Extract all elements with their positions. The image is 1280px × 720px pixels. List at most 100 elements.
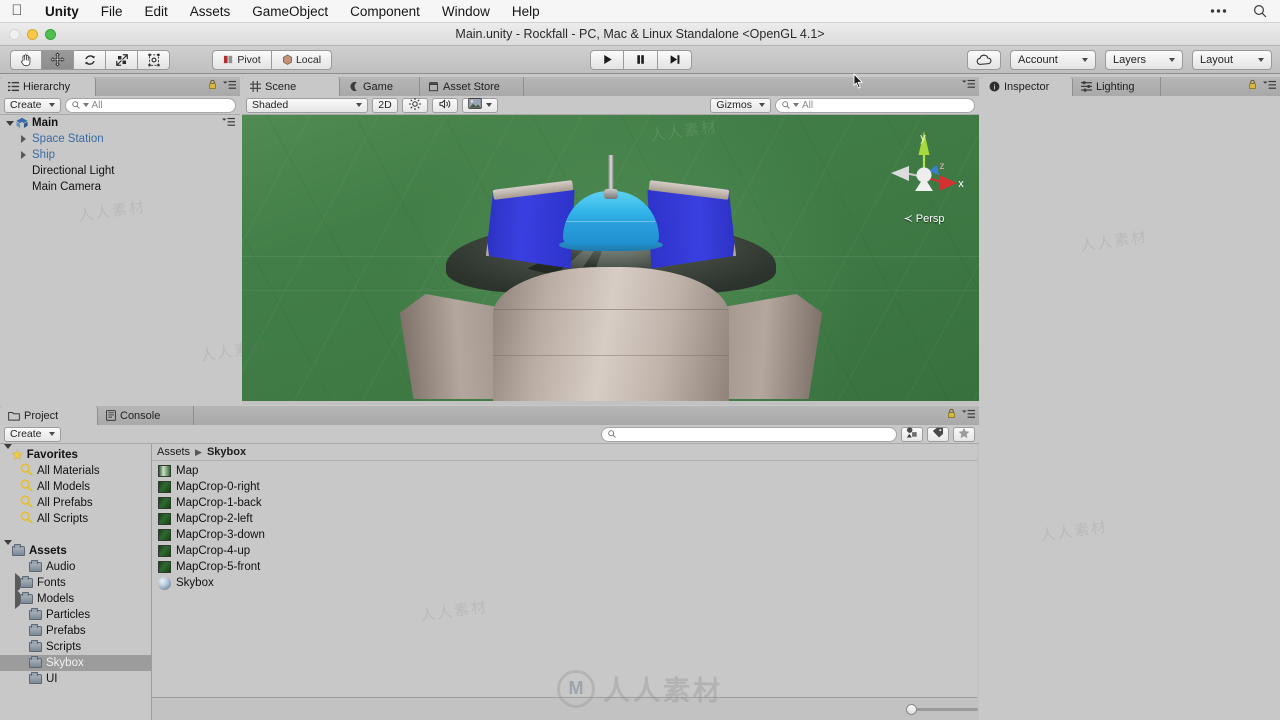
menu-assets[interactable]: Assets (179, 0, 242, 23)
lock-icon[interactable] (1248, 79, 1257, 93)
project-search-input[interactable] (601, 426, 897, 442)
lock-icon[interactable] (208, 79, 217, 93)
menu-file[interactable]: File (90, 0, 134, 23)
apple-icon[interactable]:  (0, 3, 34, 20)
project-tree-all-scripts[interactable]: All Scripts (0, 511, 151, 527)
tab-asset-store[interactable]: Asset Store (420, 77, 524, 96)
scene-effects-dropdown[interactable] (462, 97, 498, 113)
project-tree-audio[interactable]: Audio (0, 559, 151, 575)
scene-2d-toggle[interactable]: 2D (372, 97, 398, 113)
panel-menu-icon[interactable] (962, 409, 975, 422)
tab-project[interactable]: Project (0, 406, 98, 425)
chevron-down-icon[interactable] (4, 540, 12, 557)
panel-menu-icon[interactable] (223, 80, 236, 93)
rotate-tool-button[interactable] (74, 49, 106, 70)
chevron-right-icon[interactable] (18, 135, 29, 143)
scene-viewport[interactable]: y x z ≺ Persp (242, 115, 979, 401)
layout-dropdown[interactable]: Layout (1192, 49, 1272, 70)
asset-label: MapCrop-3-down (176, 529, 265, 541)
scale-tool-button[interactable] (106, 49, 138, 70)
project-type-filter-button[interactable] (901, 426, 923, 442)
asset-row-mapcrop-4-up[interactable]: MapCrop-4-up (152, 543, 977, 559)
project-label-filter-button[interactable] (927, 426, 949, 442)
project-tree-models[interactable]: Models (0, 589, 151, 609)
rect-transform-tool-button[interactable] (138, 49, 170, 70)
project-favorite-filter-button[interactable] (953, 426, 975, 442)
hand-tool-button[interactable] (10, 49, 42, 70)
scene-toolbar: Shaded 2D Gizmos All (242, 96, 979, 115)
hierarchy-item-main-camera[interactable]: Main Camera (0, 179, 240, 195)
project-tree-fonts[interactable]: Fonts (0, 573, 151, 593)
menu-component[interactable]: Component (339, 0, 431, 23)
panel-menu-icon[interactable] (1263, 80, 1276, 93)
lock-icon[interactable] (947, 408, 956, 422)
project-tree-all-materials[interactable]: All Materials (0, 463, 151, 479)
search-icon (608, 430, 616, 438)
hierarchy-search-input[interactable]: All (64, 97, 236, 113)
tab-hierarchy[interactable]: Hierarchy (0, 77, 96, 96)
cloud-button[interactable] (967, 49, 1001, 70)
layers-dropdown[interactable]: Layers (1105, 49, 1183, 70)
asset-row-mapcrop-1-back[interactable]: MapCrop-1-back (152, 495, 977, 511)
hierarchy-item-space-station[interactable]: Space Station (0, 131, 240, 147)
mouse-cursor (853, 73, 864, 89)
scene-gizmos-dropdown[interactable]: Gizmos (710, 97, 771, 113)
tab-console[interactable]: Console (98, 406, 194, 425)
tab-scene[interactable]: Scene (242, 77, 340, 96)
breadcrumb-skybox[interactable]: Skybox (207, 446, 246, 458)
ellipsis-icon[interactable] (1197, 8, 1240, 14)
scene-audio-toggle[interactable] (432, 97, 458, 113)
chevron-down-icon[interactable] (4, 444, 12, 461)
menu-gameobject[interactable]: GameObject (241, 0, 339, 23)
project-tree-prefabs[interactable]: Prefabs (0, 623, 151, 639)
scene-projection-label[interactable]: ≺ Persp (881, 212, 967, 225)
slider-knob[interactable] (906, 704, 917, 715)
local-toggle-button[interactable]: Local (272, 49, 332, 70)
panel-menu-icon[interactable] (962, 79, 975, 92)
project-tree-scripts[interactable]: Scripts (0, 639, 151, 655)
move-tool-button[interactable] (42, 49, 74, 70)
menu-help[interactable]: Help (501, 0, 551, 23)
pivot-toggle-button[interactable]: Pivot (212, 49, 272, 70)
asset-row-skybox-material[interactable]: Skybox (152, 575, 977, 591)
menu-unity[interactable]: Unity (34, 0, 90, 23)
breadcrumb-assets[interactable]: Assets (157, 446, 190, 458)
menu-window[interactable]: Window (431, 0, 501, 23)
scene-shading-dropdown[interactable]: Shaded (246, 97, 368, 113)
asset-row-map[interactable]: Map (152, 463, 977, 479)
tab-game[interactable]: Game (340, 77, 420, 96)
scene-lighting-toggle[interactable] (402, 97, 428, 113)
scene-projection-text: Persp (915, 213, 945, 225)
tab-lighting[interactable]: Lighting (1073, 77, 1161, 96)
scene-gizmo-search-input[interactable]: All (775, 97, 975, 113)
asset-row-mapcrop-3-down[interactable]: MapCrop-3-down (152, 527, 977, 543)
search-icon[interactable] (1240, 4, 1280, 18)
chevron-down-icon[interactable] (4, 120, 15, 126)
hierarchy-item-ship[interactable]: Ship (0, 147, 240, 163)
play-button[interactable] (590, 49, 624, 70)
tab-inspector[interactable]: i Inspector (981, 77, 1073, 96)
asset-zoom-slider[interactable] (906, 703, 978, 716)
hierarchy-scene-root[interactable]: Main (0, 115, 240, 131)
panel-menu-icon[interactable] (222, 117, 240, 130)
project-tree-favorites[interactable]: ★ Favorites (0, 444, 151, 463)
scene-orientation-gizmo[interactable]: y x z ≺ Persp (881, 125, 967, 225)
chevron-right-icon[interactable] (18, 151, 29, 159)
asset-row-mapcrop-0-right[interactable]: MapCrop-0-right (152, 479, 977, 495)
project-tree-all-prefabs[interactable]: All Prefabs (0, 495, 151, 511)
step-button[interactable] (658, 49, 692, 70)
project-tree-label: All Prefabs (37, 497, 93, 509)
project-tree-assets[interactable]: Assets (0, 540, 151, 559)
asset-row-mapcrop-2-left[interactable]: MapCrop-2-left (152, 511, 977, 527)
project-tree-all-models[interactable]: All Models (0, 479, 151, 495)
hierarchy-item-directional-light[interactable]: Directional Light (0, 163, 240, 179)
project-tree-ui[interactable]: UI (0, 671, 151, 687)
account-dropdown[interactable]: Account (1010, 49, 1096, 70)
asset-row-mapcrop-5-front[interactable]: MapCrop-5-front (152, 559, 977, 575)
project-tree-particles[interactable]: Particles (0, 607, 151, 623)
project-tree-skybox[interactable]: Skybox (0, 655, 151, 671)
hierarchy-create-button[interactable]: Create (4, 97, 61, 113)
menu-edit[interactable]: Edit (134, 0, 179, 23)
pause-button[interactable] (624, 49, 658, 70)
project-create-button[interactable]: Create (4, 426, 61, 442)
